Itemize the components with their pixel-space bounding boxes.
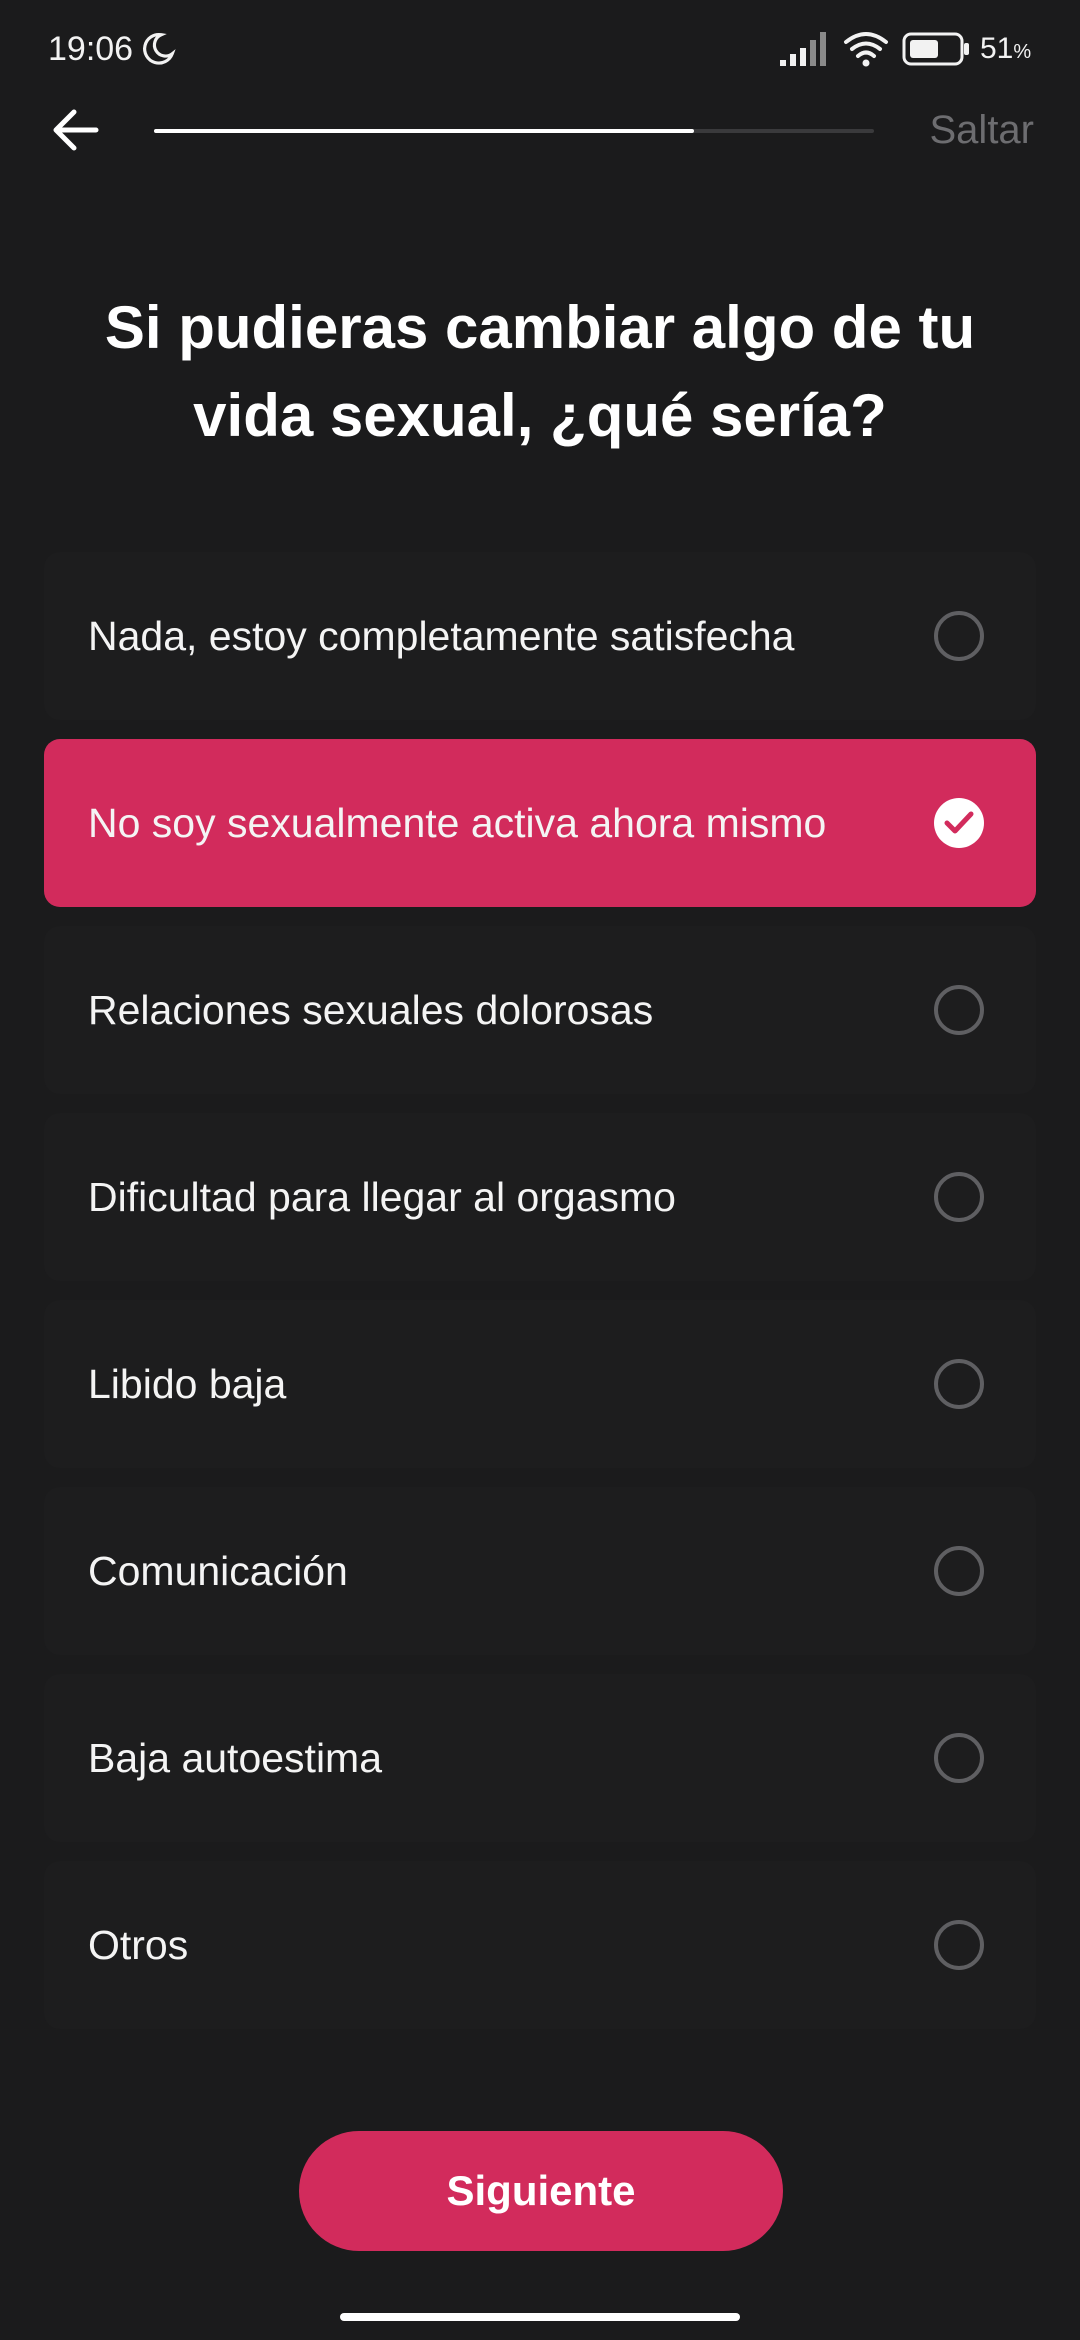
option-item[interactable]: Relaciones sexuales dolorosas bbox=[44, 926, 1036, 1094]
options-list: Nada, estoy completamente satisfecha No s… bbox=[44, 552, 1036, 2048]
option-label: Dificultad para llegar al orgasmo bbox=[88, 1174, 676, 1220]
option-label: Nada, estoy completamente satisfecha bbox=[88, 613, 795, 659]
progress-fill bbox=[154, 129, 694, 133]
radio-button[interactable] bbox=[934, 985, 984, 1035]
option-item[interactable]: No soy sexualmente activa ahora mismo bbox=[44, 739, 1036, 907]
skip-button[interactable]: Saltar bbox=[930, 108, 1035, 153]
radio-button[interactable] bbox=[934, 611, 984, 661]
radio-button[interactable] bbox=[934, 1172, 984, 1222]
next-button[interactable]: Siguiente bbox=[299, 2131, 783, 2251]
radio-button[interactable] bbox=[934, 1546, 984, 1596]
status-time: 19:06 bbox=[48, 30, 134, 68]
option-item[interactable]: Comunicación bbox=[44, 1487, 1036, 1655]
option-label: No soy sexualmente activa ahora mismo bbox=[88, 800, 827, 846]
option-item[interactable]: Baja autoestima bbox=[44, 1674, 1036, 1842]
radio-button[interactable] bbox=[934, 1359, 984, 1409]
screen: 19:06 51% Saltar Si pudieras cambiar alg… bbox=[0, 0, 1080, 2340]
option-label: Baja autoestima bbox=[88, 1735, 383, 1781]
battery-icon bbox=[902, 32, 969, 66]
moon-icon bbox=[143, 33, 176, 65]
arrow-left-icon bbox=[53, 109, 99, 151]
option-label: Comunicación bbox=[88, 1548, 348, 1594]
battery-percentage: 51% bbox=[980, 32, 1032, 65]
option-item[interactable]: Otros bbox=[44, 1861, 1036, 2029]
progress-bar bbox=[154, 129, 874, 133]
option-item[interactable]: Nada, estoy completamente satisfecha bbox=[44, 552, 1036, 720]
question-title: Si pudieras cambiar algo de tu vida sexu… bbox=[104, 294, 976, 449]
option-item[interactable]: Dificultad para llegar al orgasmo bbox=[44, 1113, 1036, 1281]
option-label: Relaciones sexuales dolorosas bbox=[88, 987, 654, 1033]
check-circle-icon[interactable] bbox=[934, 798, 984, 848]
back-button[interactable] bbox=[44, 96, 108, 160]
option-label: Otros bbox=[88, 1922, 189, 1968]
home-indicator bbox=[340, 2313, 740, 2321]
option-label: Libido baja bbox=[88, 1361, 287, 1407]
radio-button[interactable] bbox=[934, 1920, 984, 1970]
option-item[interactable]: Libido baja bbox=[44, 1300, 1036, 1468]
radio-button[interactable] bbox=[934, 1733, 984, 1783]
signal-icon bbox=[780, 32, 826, 66]
wifi-icon bbox=[844, 32, 888, 67]
status-bar: 19:06 51% bbox=[0, 0, 1080, 100]
